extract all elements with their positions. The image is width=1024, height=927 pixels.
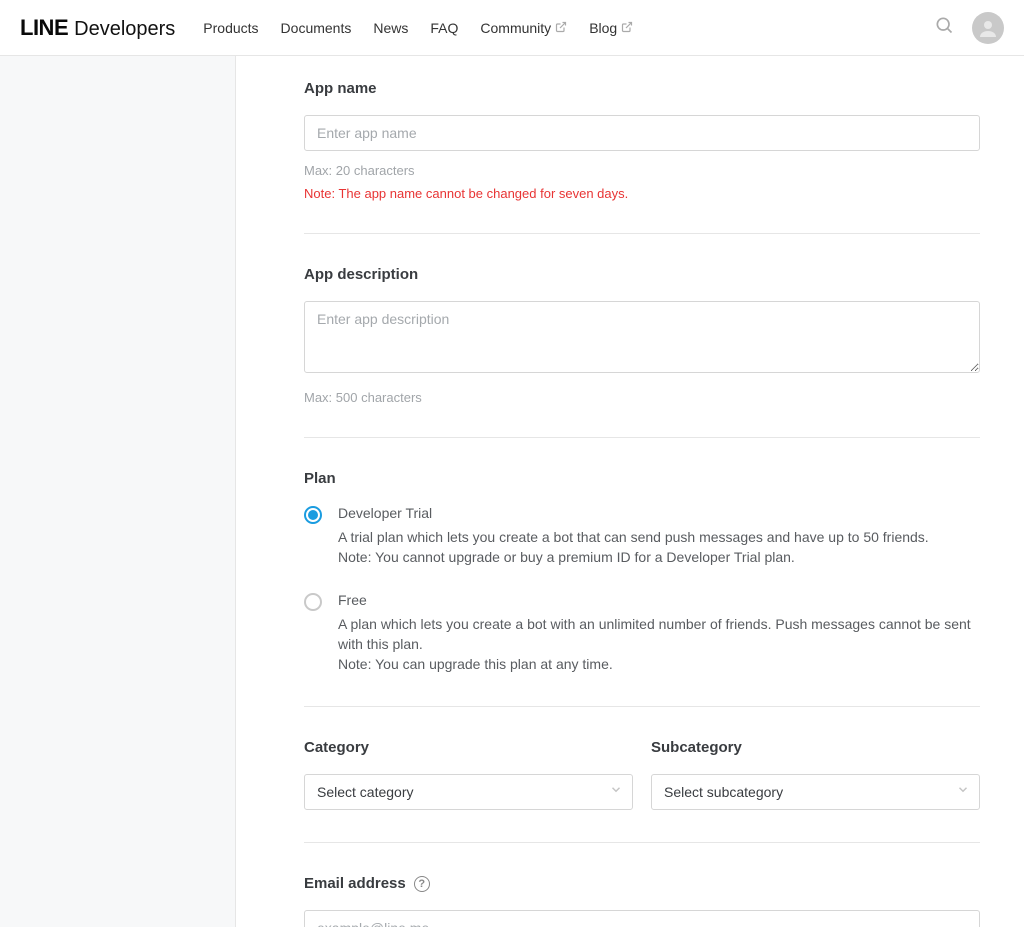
- section-category: Category Select category Subcategory Sel…: [304, 706, 980, 842]
- section-app-description: App description Max: 500 characters: [304, 233, 980, 437]
- app-name-hint: Max: 20 characters: [304, 163, 980, 178]
- sidebar: [0, 56, 236, 927]
- nav-blog-label: Blog: [589, 20, 617, 36]
- subcategory-label: Subcategory: [651, 739, 980, 756]
- app-description-input[interactable]: [304, 301, 980, 373]
- nav-blog[interactable]: Blog: [589, 20, 633, 36]
- subcategory-select-value[interactable]: Select subcategory: [651, 774, 980, 810]
- section-plan: Plan Developer Trial A trial plan which …: [304, 437, 980, 706]
- main-nav: Products Documents News FAQ Community Bl…: [203, 20, 633, 36]
- plan-developer-trial-title: Developer Trial: [338, 505, 929, 521]
- email-input[interactable]: [304, 910, 980, 927]
- nav-community[interactable]: Community: [480, 20, 567, 36]
- app-description-label: App description: [304, 266, 980, 283]
- avatar[interactable]: [972, 12, 1004, 44]
- category-label: Category: [304, 739, 633, 756]
- app-name-label: App name: [304, 80, 980, 97]
- radio-icon[interactable]: [304, 506, 322, 524]
- help-icon[interactable]: ?: [414, 876, 430, 892]
- category-select-value[interactable]: Select category: [304, 774, 633, 810]
- email-label: Email address ?: [304, 875, 980, 892]
- plan-option-free[interactable]: Free A plan which lets you create a bot …: [304, 592, 980, 675]
- external-link-icon: [555, 20, 567, 36]
- plan-label: Plan: [304, 470, 980, 487]
- app-name-note: Note: The app name cannot be changed for…: [304, 186, 980, 201]
- plan-free-title: Free: [338, 592, 980, 608]
- plan-free-desc: A plan which lets you create a bot with …: [338, 614, 980, 675]
- nav-community-label: Community: [480, 20, 551, 36]
- section-app-name: App name Max: 20 characters Note: The ap…: [304, 80, 980, 233]
- search-icon[interactable]: [934, 15, 954, 40]
- logo-developers: Developers: [74, 18, 175, 41]
- main-content: App name Max: 20 characters Note: The ap…: [236, 56, 1024, 927]
- external-link-icon: [621, 20, 633, 36]
- category-select[interactable]: Select category: [304, 774, 633, 810]
- header-right: [934, 12, 1004, 44]
- plan-developer-trial-desc: A trial plan which lets you create a bot…: [338, 527, 929, 568]
- nav-documents[interactable]: Documents: [281, 20, 352, 36]
- app-name-input[interactable]: [304, 115, 980, 151]
- nav-news[interactable]: News: [373, 20, 408, 36]
- logo[interactable]: LINE Developers: [20, 15, 175, 41]
- radio-body: Free A plan which lets you create a bot …: [338, 592, 980, 675]
- nav-products[interactable]: Products: [203, 20, 258, 36]
- app-description-hint: Max: 500 characters: [304, 390, 980, 405]
- radio-body: Developer Trial A trial plan which lets …: [338, 505, 929, 568]
- logo-line: LINE: [20, 15, 68, 41]
- plan-option-developer-trial[interactable]: Developer Trial A trial plan which lets …: [304, 505, 980, 568]
- radio-icon[interactable]: [304, 593, 322, 611]
- nav-faq[interactable]: FAQ: [430, 20, 458, 36]
- header: LINE Developers Products Documents News …: [0, 0, 1024, 56]
- section-email: Email address ? Max: 100 characters: [304, 842, 980, 927]
- subcategory-select[interactable]: Select subcategory: [651, 774, 980, 810]
